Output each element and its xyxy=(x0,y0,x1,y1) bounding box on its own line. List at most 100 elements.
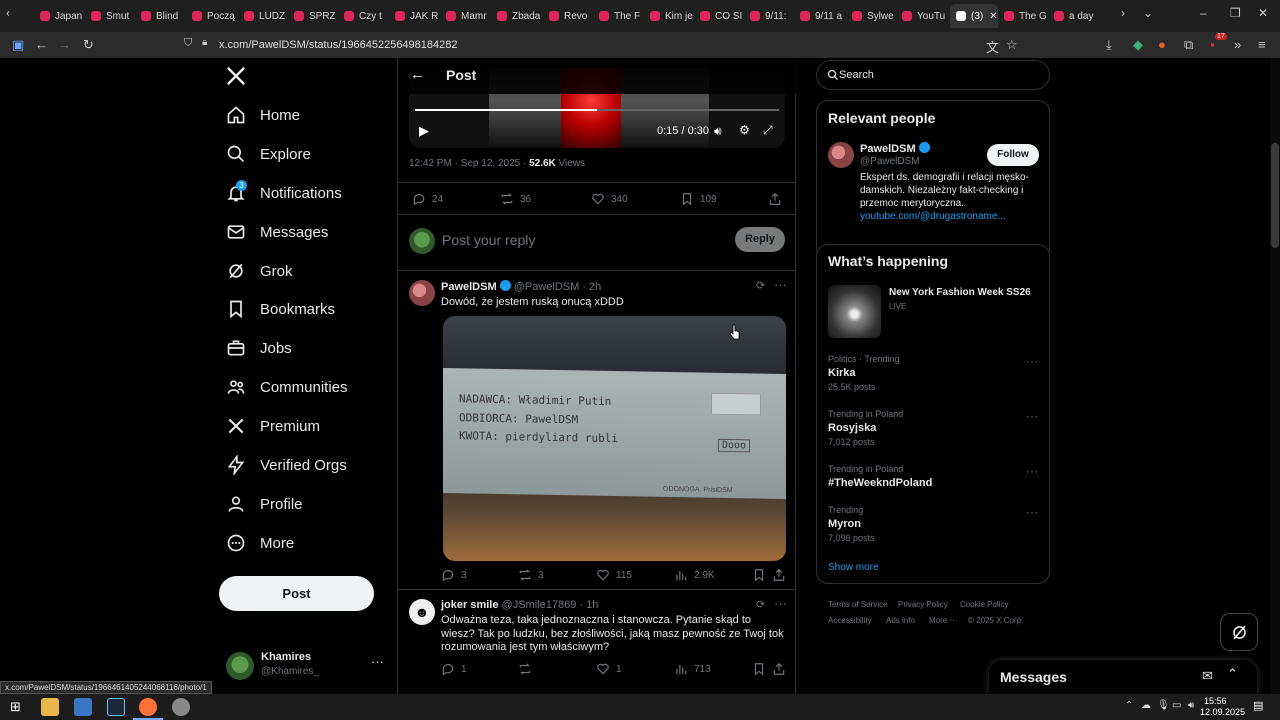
browser-tab[interactable]: Zbada xyxy=(497,4,543,28)
bookmark-action[interactable] xyxy=(752,568,772,582)
browser-tab[interactable]: The G xyxy=(1004,4,1050,28)
person-name[interactable]: PawelDSM xyxy=(860,142,930,155)
tab-scroll-left-icon[interactable]: ‹ xyxy=(6,6,10,20)
browser-tab[interactable]: JAK R xyxy=(395,4,441,28)
nav-item-verified-orgs[interactable]: Verified Orgs xyxy=(226,449,347,481)
extension-shield-icon[interactable]: ◆ xyxy=(1133,37,1143,53)
extension-badge-icon[interactable]: ▪ xyxy=(1210,37,1215,52)
tab-scroll-right-icon[interactable]: › xyxy=(1121,6,1125,20)
featured-name[interactable]: New York Fashion Week SS26 xyxy=(889,287,1031,298)
more-options-icon[interactable]: ··· xyxy=(1026,354,1038,368)
reply-action[interactable]: 24 xyxy=(412,192,443,206)
trend-item[interactable]: Trending in Poland Rosyjska 7,012 posts … xyxy=(828,409,1038,447)
footer-link-privacy[interactable]: Privacy Policy xyxy=(898,600,948,609)
steam-icon[interactable] xyxy=(107,698,125,716)
url-text[interactable]: x.com/PawelDSM/status/196645225649818428… xyxy=(219,39,458,51)
forward-arrow-icon[interactable]: → xyxy=(58,37,71,52)
trend-item[interactable]: Trending in Poland #TheWeekndPoland ··· xyxy=(828,464,1038,492)
shield-icon[interactable]: ⛉ xyxy=(184,37,192,50)
nav-item-home[interactable]: Home xyxy=(226,99,300,131)
clock-date[interactable]: 12.09.2025 xyxy=(1200,707,1245,717)
more-options-icon[interactable]: ··· xyxy=(774,277,787,292)
back-arrow-icon[interactable]: ← xyxy=(35,37,48,52)
more-options-icon[interactable]: ··· xyxy=(1026,464,1038,478)
footer-link-more[interactable]: More ··· xyxy=(929,616,957,625)
browser-tab[interactable]: Blind xyxy=(141,4,187,28)
extension-fox-icon[interactable]: ● xyxy=(1158,37,1166,52)
bookmark-star-icon[interactable]: ☆ xyxy=(1006,37,1018,53)
like-action[interactable]: 115 xyxy=(596,568,632,582)
browser-tab[interactable]: Smut xyxy=(91,4,137,28)
like-action[interactable]: 1 xyxy=(596,662,622,676)
window-close-icon[interactable]: ✕ xyxy=(1258,6,1268,20)
browser-tab[interactable]: YouTu xyxy=(902,4,948,28)
taskbar-app-icon[interactable] xyxy=(172,698,190,716)
browser-tab[interactable]: Począ xyxy=(192,4,238,28)
nav-item-communities[interactable]: Communities xyxy=(226,371,348,403)
download-icon[interactable]: ⤓ xyxy=(1106,37,1112,53)
notification-center-icon[interactable]: ▤ xyxy=(1253,699,1263,712)
views-action[interactable]: 2.9K xyxy=(674,568,715,582)
trend-item[interactable]: Politics · Trending Kirka 25.5K posts ··… xyxy=(828,354,1038,392)
post-image[interactable]: NADAWCA: Władimir Putin ODBIORCA: PawelD… xyxy=(443,316,786,561)
browser-tab[interactable]: Kim je xyxy=(650,4,696,28)
browser-tab[interactable]: LUDZ xyxy=(244,4,290,28)
reload-icon[interactable]: ↻ xyxy=(83,37,94,53)
monitor-icon[interactable]: ▭ xyxy=(1172,700,1181,711)
settings-gear-icon[interactable]: ⚙ xyxy=(739,123,750,137)
reply-action[interactable]: 3 xyxy=(441,568,467,582)
browser-tab[interactable]: a day xyxy=(1054,4,1100,28)
menu-icon[interactable]: ≡ xyxy=(1258,37,1266,52)
list-item[interactable]: PawelDSM @PawelDSM · 2h ⟳ ··· Dowód, że … xyxy=(398,271,796,589)
scrollbar-thumb[interactable] xyxy=(1271,143,1279,248)
browser-tab[interactable]: SPRZ xyxy=(294,4,340,28)
follow-button[interactable]: Follow xyxy=(987,144,1039,166)
expand-chevron-icon[interactable]: ⌃ xyxy=(1227,666,1238,682)
author-handle[interactable]: @JSmile17869 · 1h xyxy=(502,599,599,611)
back-arrow-icon[interactable]: ← xyxy=(410,66,425,83)
browser-tab[interactable]: Mamr xyxy=(446,4,492,28)
repost-action[interactable] xyxy=(518,662,538,676)
footer-link-cookies[interactable]: Cookie Policy xyxy=(960,600,1008,609)
volume-icon[interactable]: 🔊︎ xyxy=(1188,700,1194,711)
window-restore-icon[interactable]: ❐ xyxy=(1230,6,1241,20)
more-options-icon[interactable]: ··· xyxy=(774,596,787,611)
nav-item-explore[interactable]: Explore xyxy=(226,138,311,170)
author-handle[interactable]: @PawelDSM · 2h xyxy=(514,281,602,293)
list-item[interactable]: ☻ joker smile @JSmile17869 · 1h ⟳ ··· Od… xyxy=(398,590,796,694)
account-more-icon[interactable]: ··· xyxy=(371,654,384,669)
views-action[interactable]: 713 xyxy=(674,662,711,676)
like-action[interactable]: 340 xyxy=(591,192,628,206)
tray-chevron-icon[interactable]: ⌃ xyxy=(1125,700,1133,711)
person-handle[interactable]: @PawelDSM xyxy=(860,156,920,167)
messages-drawer[interactable]: Messages ✉ ⌃ xyxy=(989,660,1257,694)
timestamp-text[interactable]: 12:42 PM · Sep 12, 2025 · xyxy=(409,158,529,169)
more-options-icon[interactable]: ··· xyxy=(1026,505,1038,519)
nav-item-more[interactable]: More xyxy=(226,527,294,559)
nav-item-profile[interactable]: Profile xyxy=(226,488,303,520)
taskbar-app-icon[interactable] xyxy=(74,698,92,716)
cloud-icon[interactable]: ☁ xyxy=(1141,700,1151,711)
nav-item-premium[interactable]: Premium xyxy=(226,410,320,442)
more-options-icon[interactable]: ··· xyxy=(1026,409,1038,423)
fullscreen-icon[interactable]: ⤢ xyxy=(763,123,773,138)
tab-list-chevron-icon[interactable]: ⌄ xyxy=(1143,6,1153,20)
address-bar[interactable]: ⛉ 🔒︎ x.com/PawelDSM/status/1966452256498… xyxy=(176,34,1026,56)
account-switcher[interactable]: Khamires @Khamires_ ··· xyxy=(226,648,386,684)
x-logo-icon[interactable] xyxy=(226,66,246,86)
author-name[interactable]: joker smile xyxy=(441,599,498,611)
featured-image[interactable] xyxy=(828,285,881,338)
windows-start-icon[interactable]: ⊞ xyxy=(10,699,21,715)
reply-input[interactable]: Post your reply xyxy=(442,232,535,248)
footer-link-accessibility[interactable]: Accessibility xyxy=(828,616,872,625)
repost-action[interactable]: 36 xyxy=(500,192,531,206)
nav-item-messages[interactable]: Messages xyxy=(226,216,328,248)
share-action[interactable] xyxy=(772,662,792,676)
browser-tab[interactable]: Japan xyxy=(40,4,86,28)
volume-icon[interactable]: 🔊︎ xyxy=(714,124,722,139)
browser-tab[interactable]: (3) ✕ xyxy=(950,4,998,28)
new-message-icon[interactable]: ✉ xyxy=(1202,668,1213,684)
nav-item-jobs[interactable]: Jobs xyxy=(226,332,292,364)
extensions-puzzle-icon[interactable]: ⧉ xyxy=(1184,37,1193,53)
post-button[interactable]: Post xyxy=(219,576,374,611)
